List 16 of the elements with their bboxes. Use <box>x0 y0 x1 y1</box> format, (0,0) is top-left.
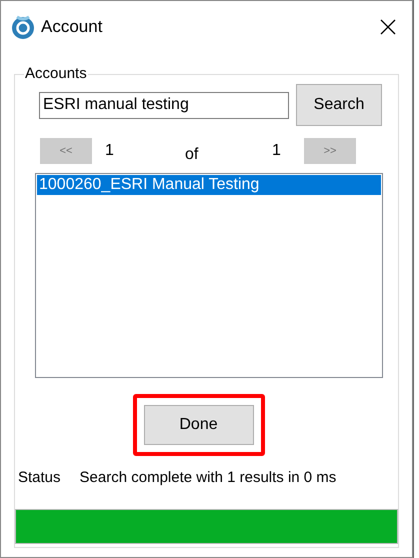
search-button[interactable]: Search <box>296 84 382 126</box>
group-legend: Accounts <box>24 65 88 83</box>
page-separator: of <box>185 145 200 165</box>
done-button[interactable]: Done <box>144 405 254 445</box>
search-field[interactable]: ESRI manual testing <box>39 92 289 118</box>
previous-page-button[interactable]: << <box>40 138 92 164</box>
status-label: Status <box>18 468 61 488</box>
result-item[interactable]: 1000260_ESRI Manual Testing <box>37 175 381 195</box>
results-list[interactable]: 1000260_ESRI Manual Testing <box>35 173 383 378</box>
status-message: Search complete with 1 results in 0 ms <box>80 468 336 488</box>
app-logo-icon <box>11 15 35 39</box>
current-page: 1 <box>105 141 115 161</box>
next-page-button[interactable]: >> <box>304 138 356 164</box>
close-icon[interactable] <box>380 19 396 35</box>
total-pages: 1 <box>272 141 282 161</box>
window-title: Account <box>41 16 102 38</box>
